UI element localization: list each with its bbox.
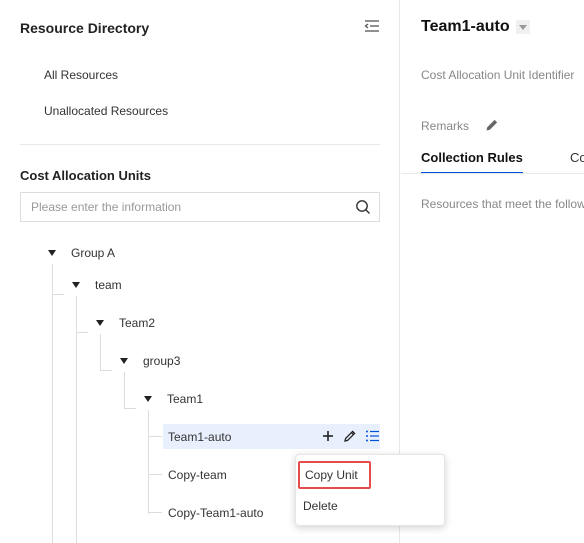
rules-description: Resources that meet the follow (421, 197, 584, 211)
remarks-label: Remarks (421, 119, 470, 133)
tree-node-group3[interactable]: group3 (120, 349, 180, 373)
tree-guide-line (148, 474, 162, 475)
tree-node-label: Team1 (167, 392, 204, 406)
all-resources-link[interactable]: All Resources (44, 68, 118, 82)
tree-node-team1[interactable]: Team1 (144, 387, 203, 411)
tree-guide-line (76, 332, 88, 333)
search-icon[interactable] (355, 199, 371, 215)
caret-down-icon[interactable] (72, 282, 80, 288)
tree-guide-line (124, 372, 125, 408)
tree-node-label: team (95, 278, 122, 292)
tab-co[interactable]: Co (570, 150, 584, 174)
detail-title: Team1-auto (421, 18, 510, 35)
sidebar-title: Resource Directory (20, 20, 150, 36)
tree-node-label: Team2 (119, 316, 156, 330)
tree-guide-line (76, 296, 77, 543)
caret-down-icon[interactable] (144, 396, 152, 402)
unallocated-resources-link[interactable]: Unallocated Resources (44, 104, 168, 118)
collapse-sidebar-icon[interactable] (364, 19, 380, 33)
edit-icon[interactable] (342, 428, 358, 444)
tree-guide-line (100, 334, 101, 370)
detail-header: Team1-auto (421, 18, 530, 36)
tree-guide-line (124, 408, 136, 409)
caret-down-icon[interactable] (48, 250, 56, 256)
tab-divider (401, 173, 584, 174)
copy-unit-menu-item[interactable]: Copy Unit (298, 461, 371, 489)
tree-node-label: Group A (71, 246, 116, 260)
tree-node-team[interactable]: team (72, 273, 122, 297)
cost-allocation-units-title: Cost Allocation Units (20, 168, 151, 183)
tree-guide-line (148, 410, 149, 514)
tree-node-copy-team1-auto[interactable]: Copy-Team1-auto (168, 501, 263, 525)
search-input[interactable] (31, 193, 341, 221)
caret-down-icon[interactable] (120, 358, 128, 364)
caret-down-icon[interactable] (96, 320, 104, 326)
tree-node-label: group3 (143, 354, 181, 368)
tree-guide-line (148, 512, 162, 513)
add-icon[interactable] (320, 428, 336, 444)
tree-node-group-a[interactable]: Group A (48, 241, 115, 265)
sidebar-divider (20, 144, 380, 145)
edit-remarks-icon[interactable] (485, 118, 499, 132)
tab-collection-rules[interactable]: Collection Rules (421, 150, 523, 174)
tree-node-team1-auto[interactable]: Team1-auto (168, 425, 231, 449)
tree-guide-line (148, 436, 162, 437)
tree-guide-line (52, 294, 64, 295)
row-actions (320, 428, 380, 444)
tree-node-copy-team[interactable]: Copy-team (168, 463, 227, 487)
delete-menu-item[interactable]: Delete (298, 492, 418, 520)
chevron-down-icon[interactable] (515, 20, 530, 34)
search-box (20, 192, 380, 222)
tree-node-team2[interactable]: Team2 (96, 311, 155, 335)
tree-guide-line (52, 264, 53, 543)
identifier-label: Cost Allocation Unit Identifier (421, 68, 575, 82)
more-list-icon[interactable] (364, 428, 380, 444)
tree-guide-line (100, 370, 112, 371)
context-menu: Copy Unit Delete (295, 454, 445, 526)
